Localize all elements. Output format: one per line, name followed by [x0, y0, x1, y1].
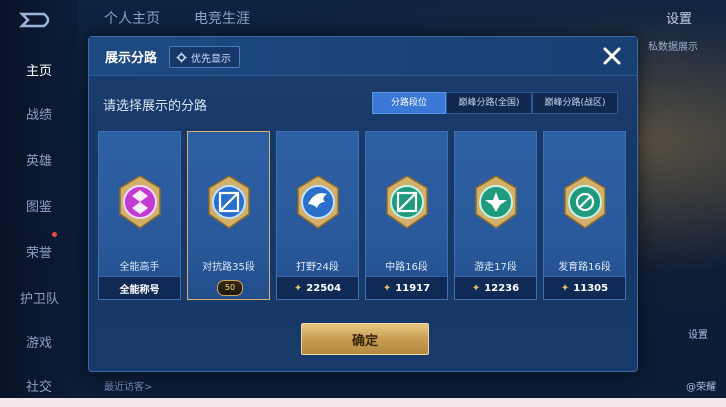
lane-card-name: 打野24段	[296, 262, 339, 273]
lane-card-score: 12236	[484, 282, 520, 294]
lane-display-dialog: 展示分路 优先显示 请选择展示的分路 分路段位 巅峰分路(全国) 巅峰分路(战区…	[88, 36, 638, 372]
gear-icon	[176, 51, 187, 63]
lane-card-footer: ✦ 12236	[455, 276, 536, 299]
jungle-emblem-icon	[297, 175, 339, 229]
right-honor-button[interactable]: @荣耀	[686, 378, 716, 393]
lane-card-jungle[interactable]: 打野24段 ✦ 22504	[276, 131, 359, 300]
settings-button[interactable]: 设置	[666, 8, 692, 27]
lane-card-farm[interactable]: 发育路16段 ✦ 11305	[543, 131, 626, 300]
tab-peak-region[interactable]: 巅峰分路(战区)	[532, 92, 618, 114]
lane-card-footer-text: 全能称号	[119, 284, 160, 296]
lane-card-mid[interactable]: 中路16段 ✦ 11917	[365, 131, 448, 300]
roam-emblem-icon	[475, 175, 517, 229]
tab-lane-rank[interactable]: 分路段位	[372, 92, 446, 114]
privacy-note: 私数据展示	[648, 42, 698, 53]
sidebar-item-codex[interactable]: 图鉴	[0, 196, 78, 215]
peak-star-icon: ✦	[560, 282, 570, 294]
recent-visitors-link[interactable]: 最近访客>	[104, 378, 152, 393]
farm-lane-emblem-icon	[564, 175, 606, 229]
lane-card-all-round[interactable]: 全能高手 全能称号	[98, 131, 181, 300]
lane-card-score: 22504	[306, 282, 342, 294]
lane-card-footer: 全能称号	[99, 276, 180, 299]
bottom-strip	[0, 398, 726, 407]
game-logo-icon	[18, 12, 50, 28]
rank-star-badge: 50	[217, 280, 243, 296]
priority-display-label: 优先显示	[191, 53, 231, 65]
lane-card-name: 游走17段	[474, 262, 517, 273]
lane-card-roam[interactable]: 游走17段 ✦ 12236	[454, 131, 537, 300]
lane-card-name: 发育路16段	[558, 262, 611, 273]
sidebar: 主页 战绩 英雄 图鉴 荣誉 护卫队 游戏 社交	[0, 0, 78, 407]
sidebar-item-record[interactable]: 战绩	[0, 104, 78, 123]
lane-card-footer: ✦ 11917	[366, 276, 447, 299]
lane-card-name: 全能高手	[119, 262, 160, 273]
lane-card-footer: ✦ 22504	[277, 276, 358, 299]
all-round-emblem-icon	[119, 175, 161, 229]
lane-card-name: 中路16段	[385, 262, 428, 273]
right-settings-button[interactable]: 设置	[688, 326, 708, 341]
lane-card-footer: ✦ 11305	[544, 276, 625, 299]
sidebar-item-social[interactable]: 社交	[0, 376, 78, 395]
mid-lane-emblem-icon	[386, 175, 428, 229]
dialog-title: 展示分路	[105, 51, 158, 66]
sidebar-item-honor[interactable]: 荣誉	[0, 242, 78, 261]
dialog-subtitle: 请选择展示的分路	[103, 99, 208, 114]
sidebar-item-games[interactable]: 游戏	[0, 332, 78, 351]
lane-card-name: 对抗路35段	[202, 262, 255, 273]
lane-card-score: 11917	[395, 282, 431, 294]
tab-profile[interactable]: 个人主页	[104, 8, 160, 28]
dialog-header: 展示分路 优先显示	[89, 37, 637, 76]
peak-star-icon: ✦	[471, 282, 481, 294]
sidebar-item-home[interactable]: 主页	[0, 60, 78, 79]
confirm-button[interactable]: 确定	[301, 323, 429, 355]
close-icon	[603, 47, 621, 65]
lane-card-clash[interactable]: 对抗路35段 50	[187, 131, 270, 300]
lane-card-score: 11305	[573, 282, 609, 294]
peak-star-icon: ✦	[293, 282, 303, 294]
clash-lane-emblem-icon	[208, 175, 250, 229]
tab-peak-national[interactable]: 巅峰分路(全国)	[446, 92, 532, 114]
priority-display-button[interactable]: 优先显示	[169, 46, 240, 68]
close-button[interactable]	[597, 41, 627, 71]
peak-star-icon: ✦	[382, 282, 392, 294]
sidebar-item-guard[interactable]: 护卫队	[0, 288, 78, 307]
notification-dot	[52, 232, 57, 237]
lane-tabs: 分路段位 巅峰分路(全国) 巅峰分路(战区)	[372, 92, 618, 114]
sidebar-item-heroes[interactable]: 英雄	[0, 150, 78, 169]
tab-esports[interactable]: 电竞生涯	[194, 8, 250, 28]
